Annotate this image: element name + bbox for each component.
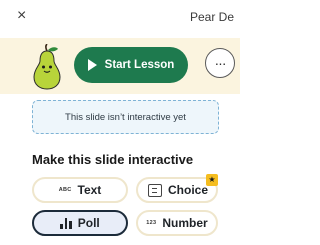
start-lesson-label: Start Lesson: [104, 59, 175, 71]
pear-logo-icon: [33, 44, 61, 90]
not-interactive-notice: This slide isn’t interactive yet: [32, 100, 219, 134]
play-icon: [87, 59, 97, 71]
pear-deck-sidebar: × Pear De Start Lesson ··· This slide is…: [0, 0, 240, 245]
bar-chart-icon: [60, 217, 72, 229]
panel-header: × Pear De: [0, 0, 240, 32]
star-badge-icon: ★: [206, 174, 218, 186]
add-poll-question-button[interactable]: Poll: [32, 210, 128, 236]
notice-text: This slide isn’t interactive yet: [65, 111, 186, 123]
lesson-bar: Start Lesson ···: [0, 38, 240, 94]
start-lesson-button[interactable]: Start Lesson: [74, 47, 188, 83]
poll-option-label: Poll: [77, 216, 100, 230]
multiple-choice-icon: [148, 183, 162, 197]
close-icon[interactable]: ×: [17, 7, 33, 25]
add-text-question-button[interactable]: ABC Text: [32, 177, 128, 203]
text-abc-icon: ABC: [58, 187, 72, 193]
number-123-icon: 123: [146, 220, 157, 226]
text-option-label: Text: [77, 183, 102, 197]
number-option-label: Number: [162, 216, 208, 230]
more-options-button[interactable]: ···: [205, 48, 235, 78]
section-title: Make this slide interactive: [32, 152, 194, 167]
add-number-question-button[interactable]: 123 Number: [136, 210, 218, 236]
choice-option-label: Choice: [168, 183, 209, 197]
panel-title: Pear De: [190, 10, 235, 24]
